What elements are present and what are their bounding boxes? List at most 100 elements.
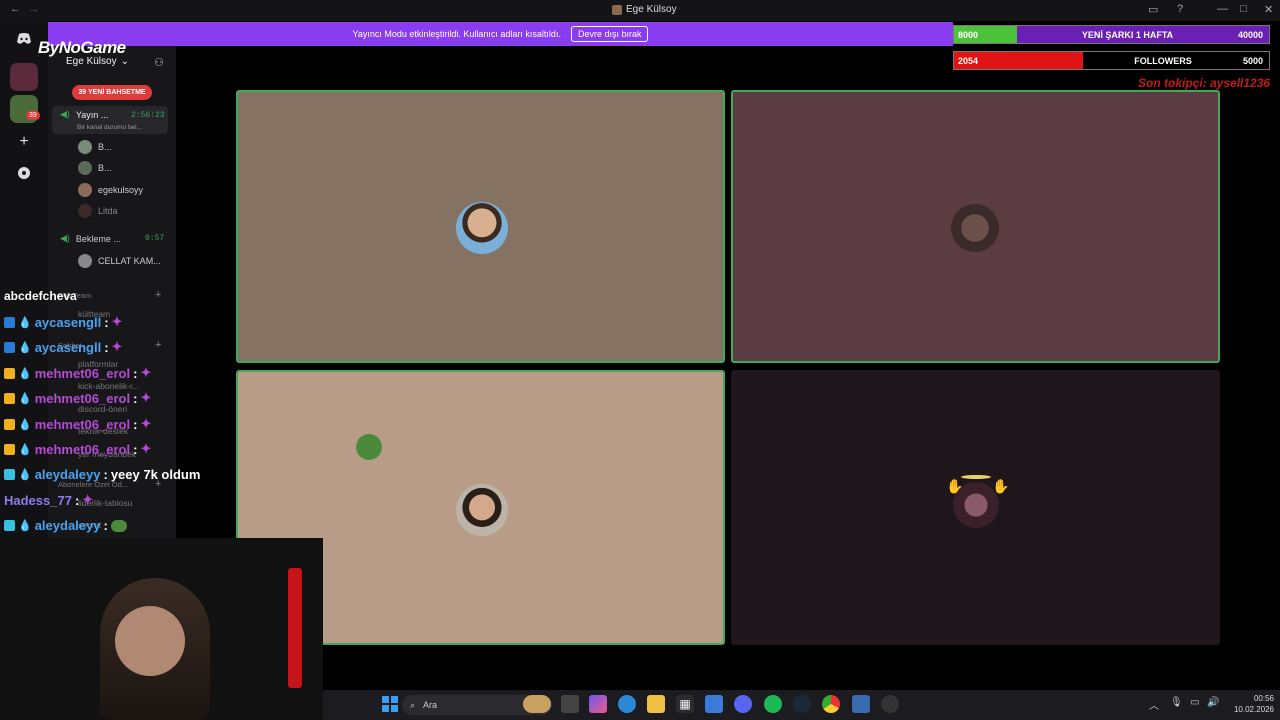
chat-separator: :: [104, 339, 109, 355]
chevron-down-icon: ⌄: [120, 56, 129, 67]
steam-icon[interactable]: [793, 695, 811, 713]
emote-icon: ✦: [140, 441, 152, 456]
video-tile-4[interactable]: ✋ ✋: [731, 370, 1220, 645]
taskbar-clock[interactable]: 00:56 10.02.2026: [1222, 693, 1274, 715]
forward-arrow-icon[interactable]: →: [28, 3, 39, 15]
chat-message: 💧 mehmet06_erol: ✦: [4, 365, 151, 381]
chat-top-name: abcdefcheva: [4, 289, 77, 303]
emote-icon: ✦: [140, 365, 152, 380]
plus-icon[interactable]: +: [155, 339, 161, 351]
server-icon-2[interactable]: 39: [10, 95, 40, 123]
plus-icon[interactable]: +: [10, 128, 38, 156]
streamer-face: [115, 606, 185, 676]
chat-message: 💧 aleydaleyy:: [4, 518, 127, 533]
voice-channel-2[interactable]: ◀) Bekleme ...: [60, 233, 121, 244]
voice-channel-1[interactable]: ◀) Yayın ...: [60, 109, 108, 120]
chat-separator: :: [133, 441, 138, 457]
widget-icon[interactable]: [523, 695, 551, 713]
overlay-logo: ByNoGame: [38, 38, 126, 57]
server-rail: 39 +: [0, 21, 48, 538]
task-view-icon[interactable]: [561, 695, 579, 713]
avatar: [456, 202, 508, 254]
speaker-icon: ◀): [60, 233, 70, 243]
app-icon[interactable]: [852, 695, 870, 713]
chat-separator: :: [74, 492, 80, 508]
chat-username: mehmet06_erol: [34, 416, 131, 432]
badge-icon: [4, 316, 15, 328]
voice-member[interactable]: B...: [78, 140, 112, 154]
voice-member[interactable]: CELLAT KAM...: [78, 254, 161, 268]
voice-channel-1-name: Yayın ...: [75, 109, 109, 120]
add-member-icon[interactable]: ⚇: [154, 56, 164, 69]
chat-username: aleydaleyy: [34, 467, 101, 482]
voice-member[interactable]: B...: [78, 161, 112, 175]
voice-member[interactable]: egekulsoyy: [78, 183, 143, 197]
tray-chevron-icon[interactable]: ︿: [1149, 697, 1159, 712]
voice-channel-2-name: Bekleme ...: [75, 233, 121, 244]
banner-text: Yayıncı Modu etkinleştirildi. Kullanıcı …: [352, 29, 561, 39]
followers-current: 2054: [954, 52, 1084, 69]
chrome-icon[interactable]: [822, 695, 840, 713]
discord-icon[interactable]: [10, 25, 38, 53]
emote-icon: ✦: [140, 390, 152, 405]
avatar: [951, 204, 999, 252]
video-tile-1[interactable]: [236, 90, 725, 363]
webcam-feed: [0, 538, 323, 720]
voice-member-name: B...: [98, 163, 112, 173]
chat-username: mehmet06_erol: [34, 441, 131, 457]
new-mentions-badge[interactable]: 39 YENİ BAHSETME: [72, 85, 152, 100]
back-arrow-icon[interactable]: ←: [10, 3, 21, 15]
discord-icon[interactable]: [734, 695, 752, 713]
chat-message: 💧 aycasengll: ✦: [4, 314, 122, 330]
monitor-icon[interactable]: ▭: [1190, 697, 1199, 708]
maximize-icon[interactable]: □: [1240, 3, 1247, 15]
microphone-icon[interactable]: 🎙: [1170, 697, 1183, 708]
chat-message: 💧 mehmet06_erol: ✦: [4, 416, 151, 432]
minimize-icon[interactable]: —: [1217, 3, 1228, 15]
copilot-icon[interactable]: [589, 695, 607, 713]
emote-icon: ✦: [111, 339, 123, 354]
chat-username: mehmet06_erol: [34, 390, 131, 406]
volume-icon[interactable]: 🔊: [1207, 697, 1219, 708]
spotify-icon[interactable]: [764, 695, 782, 713]
chat-separator: :: [133, 416, 138, 432]
chat-message: 💧 mehmet06_erol: ✦: [4, 390, 151, 406]
server-icon-1[interactable]: [10, 63, 38, 91]
disable-streamer-mode-button[interactable]: Devre dışı bırak: [570, 26, 649, 42]
store-icon[interactable]: ▦: [676, 695, 694, 713]
avatar: [78, 204, 92, 218]
mail-icon[interactable]: [705, 695, 723, 713]
inbox-icon[interactable]: ▭: [1148, 3, 1158, 16]
obs-icon[interactable]: [881, 695, 899, 713]
clock-date: 10.02.2026: [1233, 705, 1274, 714]
clock-time: 00:56: [1253, 694, 1274, 703]
chat-username: mehmet06_erol: [34, 365, 131, 381]
edge-icon[interactable]: [618, 695, 636, 713]
chat-username: abcdefcheva: [4, 289, 77, 303]
chat-message: 💧 aleydaleyy: yeey 7k oldum: [4, 467, 200, 482]
window-titlebar: ← → Ege Külsoy ▭ ? — □ ✕: [0, 0, 1280, 21]
avatar: [78, 183, 92, 197]
halo-icon: [961, 475, 991, 479]
voice-member-name: egekulsoyy: [98, 185, 144, 195]
folder-icon[interactable]: [647, 695, 665, 713]
rail-mention-badge: 39: [26, 111, 40, 120]
emote-icon: ✦: [111, 314, 123, 329]
drop-badge-icon: 💧: [18, 392, 32, 405]
server-avatar-icon: [612, 4, 622, 15]
speaker-icon: ◀): [60, 109, 70, 119]
server-name: Ege Külsoy: [66, 56, 117, 67]
voice-member-name: CELLAT KAM...: [98, 256, 161, 266]
help-icon[interactable]: ?: [1177, 3, 1183, 15]
song-goal-current: 8000: [954, 26, 1017, 43]
close-icon[interactable]: ✕: [1264, 3, 1273, 16]
compass-icon[interactable]: [10, 159, 38, 187]
windows-icon[interactable]: [381, 695, 399, 713]
plus-icon[interactable]: +: [155, 289, 161, 301]
video-tile-2[interactable]: [731, 90, 1220, 363]
voice-member[interactable]: Litda: [78, 204, 118, 218]
red-light: [288, 568, 302, 688]
server-header[interactable]: Ege Külsoy ⌄: [66, 56, 129, 67]
drop-badge-icon: 💧: [18, 418, 32, 431]
crown-badge-icon: [4, 443, 15, 455]
